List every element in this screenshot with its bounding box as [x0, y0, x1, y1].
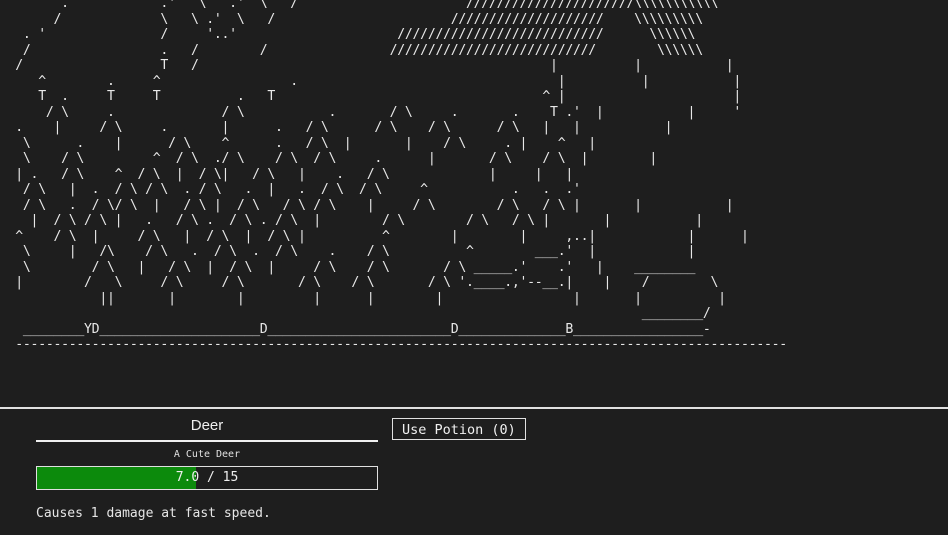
- enemy-hp-text: 7.0 / 15: [175, 470, 239, 485]
- enemy-hp-bar: 7.0 / 15: [36, 466, 378, 490]
- enemy-name: Deer: [36, 416, 378, 442]
- enemy-description: Causes 1 damage at fast speed.: [36, 506, 271, 521]
- ascii-landscape: . .' \ .' \ / //////////////////////\\\\…: [15, 0, 787, 352]
- enemy-subtitle: A Cute Deer: [173, 449, 241, 460]
- scene-divider: [0, 407, 948, 409]
- enemy-panel: Deer A Cute Deer 7.0 / 15: [36, 416, 378, 490]
- use-potion-button[interactable]: Use Potion (0): [392, 418, 526, 440]
- game-scene-ascii: . .' \ .' \ / //////////////////////\\\\…: [0, 0, 948, 404]
